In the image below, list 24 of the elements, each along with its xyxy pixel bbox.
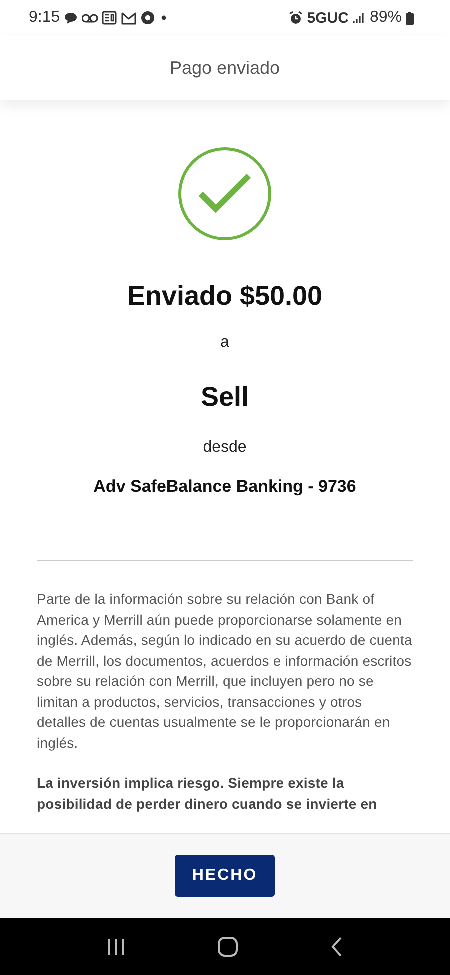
done-button[interactable]: HECHO xyxy=(175,855,275,897)
chat-icon xyxy=(64,11,78,25)
page-title: Pago enviado xyxy=(170,58,280,78)
risk-disclosure: La inversión implica riesgo. Siempre existe la posibilidad de perder dinero cuando se invierte en xyxy=(37,774,378,814)
mail-icon xyxy=(121,12,138,24)
from-label: desde xyxy=(203,439,247,457)
browser-icon xyxy=(141,11,156,25)
news-icon xyxy=(102,11,118,25)
account-name: Adv SafeBalance Banking - 9736 xyxy=(94,477,356,497)
recent-apps-icon[interactable] xyxy=(106,938,125,956)
alarm-icon xyxy=(289,11,304,25)
signal-icon xyxy=(352,12,366,24)
home-icon[interactable] xyxy=(218,936,238,956)
disclosure-text: Parte de la información sobre su relación con Bank of America y Merrill aún puede proporcionarse solamente en inglés. Además, según lo indicado en su acuerdo de cuenta de Merrill, los documentos, acuerdos e información escritos sobre su relación con Merrill, que incluyen pero no se limitan a productos, servicios, transacciones y otros detalles de cuentas usualmente se le proporcionarán en inglés. xyxy=(37,590,413,753)
voicemail-icon xyxy=(82,13,98,23)
to-label: a xyxy=(220,334,230,352)
network-label: 5GUC xyxy=(307,10,349,26)
status-time: 9:15 xyxy=(29,9,60,27)
back-icon[interactable] xyxy=(331,936,344,956)
amount-sent: Enviado $50.00 xyxy=(127,281,323,312)
recipient-name: Sell xyxy=(200,382,250,413)
checkmark-icon xyxy=(178,147,272,241)
battery-level: 89% xyxy=(370,9,402,27)
battery-icon xyxy=(406,12,414,24)
